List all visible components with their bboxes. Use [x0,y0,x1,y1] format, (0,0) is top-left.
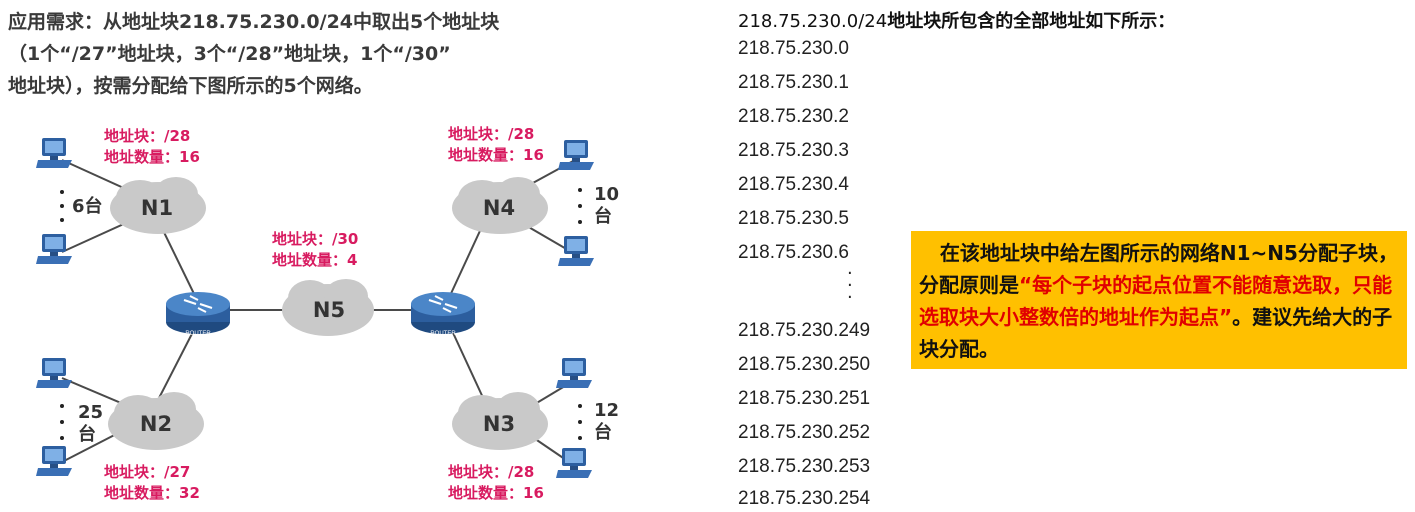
requirement-line-1: 应用需求：从地址块218.75.230.0/24中取出5个地址块 [8,11,500,33]
annotation-n2: 地址块：/27 地址数量：32 [104,462,200,504]
annotation-n3: 地址块：/28 地址数量：16 [448,462,544,504]
requirement-line-2: （1个“/27”地址块，3个“/28”地址块，1个“/30” [8,43,451,65]
address-list-ellipsis: · · · [847,263,853,308]
address-list-title-suffix: 地址块所包含的全部地址如下所示： [887,11,1176,32]
pc-icon-n3-top [556,358,592,388]
address-list-title: 218.75.230.0/24地址块所包含的全部地址如下所示： [738,6,1175,38]
annotation-n1: 地址块：/28 地址数量：16 [104,126,200,168]
network-label-n1: N1 [141,196,173,220]
address-item: 218.75.230.6 [738,242,849,263]
pc-icon-n3-bottom [556,448,592,478]
address-item: 218.75.230.252 [738,422,871,443]
host-count-n2-unit: 台 [78,424,96,445]
host-count-n2-number: 25 [78,402,104,423]
annotation-n3-block: 地址块：/28 [448,463,535,481]
annotation-n5: 地址块：/30 地址数量：4 [272,229,358,271]
network-label-n3: N3 [483,412,515,436]
annotation-n4-block: 地址块：/28 [448,125,535,143]
network-label-n4: N4 [483,196,515,220]
host-count-n1: 6台 [72,196,103,217]
allocation-note: 在该地址块中给左图所示的网络N1~N5分配子块，分配原则是“每个子块的起点位置不… [911,231,1407,369]
requirement-text: 应用需求：从地址块218.75.230.0/24中取出5个地址块 （1个“/27… [8,6,708,102]
address-item: 218.75.230.5 [738,208,849,229]
address-item: 218.75.230.251 [738,388,871,409]
address-item: 218.75.230.250 [738,354,871,375]
host-count-n3: 12 台 [594,400,619,444]
host-count-n4-number: 10 [594,184,620,205]
host-count-n4-unit: 台 [594,206,612,227]
address-item: 218.75.230.2 [738,106,849,127]
address-item: 218.75.230.1 [738,72,849,93]
pc-icon-n4-top [558,140,594,170]
pc-icon-n2-bottom [36,446,72,476]
pc-icon-n4-bottom [558,236,594,266]
router-right: ROUTER [411,292,475,337]
router-right-label: ROUTER [430,331,456,337]
requirement-line-3: 地址块），按需分配给下图所示的5个网络。 [8,75,373,97]
address-item: 218.75.230.4 [738,174,849,195]
annotation-n2-block: 地址块：/27 [104,463,191,481]
pc-icon-n1-top [36,138,72,168]
network-label-n2: N2 [140,412,172,436]
link-n1-pc2 [61,221,129,253]
network-label-n5: N5 [313,298,345,322]
address-item: 218.75.230.249 [738,320,871,341]
address-item: 218.75.230.254 [738,488,871,509]
host-count-n4: 10 台 [594,184,619,228]
address-item: 218.75.230.3 [738,140,849,161]
router-left-label: ROUTER [185,331,211,337]
address-list-title-prefix: 218.75.230.0/24 [738,11,888,32]
host-count-n2: 25 台 [78,402,103,446]
host-count-n3-unit: 台 [594,422,612,443]
annotation-n4: 地址块：/28 地址数量：16 [448,124,544,166]
link-router2-n4 [447,219,486,301]
annotation-n2-count: 地址数量：32 [104,484,200,502]
pc-icon-n2-top [36,358,72,388]
annotation-n1-block: 地址块：/28 [104,127,191,145]
annotation-n3-count: 地址数量：16 [448,484,544,502]
router-left: ROUTER [166,292,230,337]
address-item: 218.75.230.0 [738,38,849,59]
annotation-n5-count: 地址数量：4 [272,251,358,269]
host-count-n3-number: 12 [594,400,620,421]
annotation-n4-count: 地址数量：16 [448,146,544,164]
annotation-n1-count: 地址数量：16 [104,148,200,166]
address-item: 218.75.230.253 [738,456,871,477]
annotation-n5-block: 地址块：/30 [272,230,359,248]
network-diagram: ROUTER ROUTER N1 N2 N5 N4 N3 [36,138,594,478]
